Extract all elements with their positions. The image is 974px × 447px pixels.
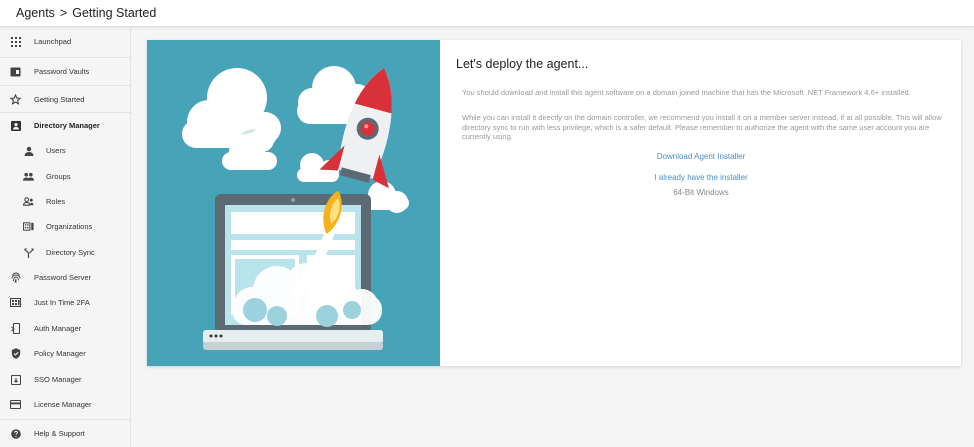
organizations-icon — [23, 221, 34, 232]
fingerprint-icon — [10, 272, 21, 283]
help-icon — [10, 428, 21, 439]
sidebar-item-label: SSO Manager — [34, 375, 82, 384]
sidebar-item-sso-manager[interactable]: SSO Manager — [0, 367, 131, 392]
sidebar-item-help-support[interactable]: Help & Support — [0, 421, 131, 446]
already-have-installer-link[interactable]: I already have the installer — [456, 173, 946, 182]
sidebar-divider — [0, 85, 131, 86]
sidebar-item-auth-manager[interactable]: Auth Manager — [0, 316, 131, 341]
sidebar-item-groups[interactable]: Groups — [0, 164, 131, 189]
sidebar-item-label: Roles — [46, 197, 66, 206]
directory-icon — [10, 120, 21, 131]
rocket-illustration — [147, 40, 440, 366]
sync-icon — [23, 247, 34, 258]
sidebar-item-label: Directory Manager — [34, 121, 100, 130]
install-instructions: You should download and install this age… — [462, 88, 911, 97]
sidebar-item-label: Just In Time 2FA — [34, 298, 90, 307]
sidebar-item-label: Launchpad — [34, 37, 72, 46]
platform-note: 64-Bit Windows — [673, 188, 729, 197]
sidebar-item-password-vaults[interactable]: Password Vaults — [0, 59, 131, 84]
breadcrumb-separator: > — [59, 6, 68, 20]
top-bar: Agents > Getting Started — [0, 0, 974, 27]
sidebar-item-label: Groups — [46, 172, 71, 181]
sidebar-item-directory-sync[interactable]: Directory Sync — [0, 240, 131, 265]
sidebar-divider — [0, 57, 131, 58]
sidebar-item-policy-manager[interactable]: Policy Manager — [0, 341, 131, 366]
sidebar-item-label: Directory Sync — [46, 248, 95, 257]
keypad-icon — [10, 297, 21, 308]
sidebar-item-label: Organizations — [46, 222, 93, 231]
rocket-laptop-icon — [182, 66, 409, 350]
sidebar-item-label: Policy Manager — [34, 349, 86, 358]
groups-icon — [23, 171, 34, 182]
sidebar-item-password-server[interactable]: Password Server — [0, 265, 131, 290]
sidebar-item-license-manager[interactable]: License Manager — [0, 392, 131, 417]
sidebar-item-label: Help & Support — [34, 429, 85, 438]
sso-icon — [10, 374, 21, 385]
license-icon — [10, 399, 21, 410]
shield-icon — [10, 348, 21, 359]
sidebar-item-getting-started[interactable]: Getting Started — [0, 87, 131, 112]
sidebar-item-label: Password Server — [34, 273, 92, 282]
page-title: Let's deploy the agent... — [456, 57, 589, 71]
sidebar-item-just-in-time-2fa[interactable]: Just In Time 2FA — [0, 290, 131, 315]
download-agent-installer-link[interactable]: Download Agent Installer — [456, 152, 946, 161]
getting-started-card: Let's deploy the agent... You should dow… — [147, 40, 961, 366]
sidebar-item-label: License Manager — [34, 400, 92, 409]
sidebar-item-organizations[interactable]: Organizations — [0, 214, 131, 239]
grid-icon — [10, 36, 21, 47]
breadcrumb-section[interactable]: Agents — [16, 6, 55, 20]
phone-icon — [10, 323, 21, 334]
sidebar-item-users[interactable]: Users — [0, 138, 131, 163]
member-server-recommendation: While you can install it directly on the… — [462, 113, 942, 142]
sidebar: Launchpad Password Vaults Getting Starte… — [0, 28, 131, 447]
vault-icon — [10, 66, 21, 77]
breadcrumb-page: Getting Started — [72, 6, 157, 20]
user-icon — [23, 145, 34, 156]
sidebar-divider — [0, 419, 131, 420]
sidebar-item-label: Users — [46, 146, 66, 155]
sidebar-item-label: Getting Started — [34, 95, 85, 104]
sidebar-item-directory-manager[interactable]: Directory Manager — [0, 113, 131, 138]
sidebar-item-label: Auth Manager — [34, 324, 82, 333]
sidebar-item-label: Password Vaults — [34, 67, 90, 76]
sidebar-item-launchpad[interactable]: Launchpad — [0, 29, 131, 54]
sidebar-item-roles[interactable]: Roles — [0, 189, 131, 214]
star-icon — [10, 94, 21, 105]
roles-icon — [23, 196, 34, 207]
